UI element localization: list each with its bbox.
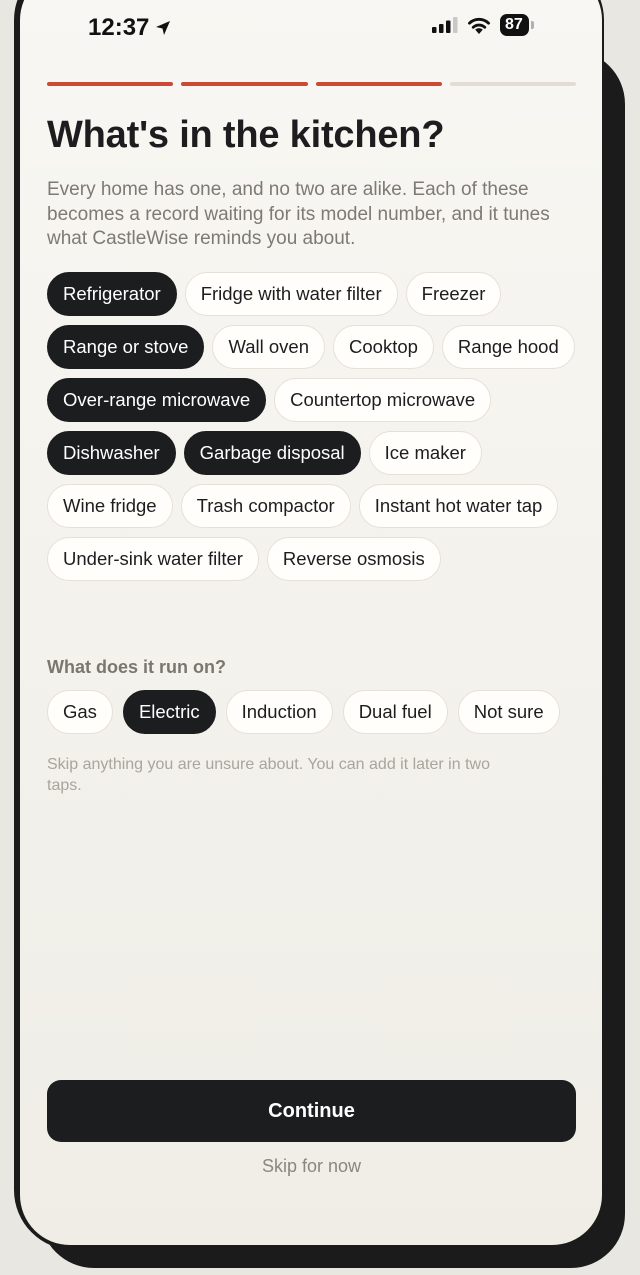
chip-over-range-microwave[interactable]: Over-range microwave: [47, 378, 267, 422]
chip-range-hood[interactable]: Range hood: [441, 325, 575, 369]
status-time-text: 12:37: [88, 14, 150, 41]
step-progress: [47, 82, 576, 86]
chip-ice-maker[interactable]: Ice maker: [368, 431, 482, 475]
chip-reverse-osmosis[interactable]: Reverse osmosis: [266, 537, 441, 581]
fuel-chip-induction[interactable]: Induction: [225, 690, 333, 734]
chip-wall-oven[interactable]: Wall oven: [212, 325, 326, 369]
status-time: 12:37: [88, 14, 171, 42]
chip-freezer[interactable]: Freezer: [405, 272, 502, 316]
chip-under-sink-water-filter[interactable]: Under-sink water filter: [47, 537, 259, 581]
progress-segment-4: [449, 82, 576, 86]
battery-icon: 87: [500, 14, 534, 36]
fuel-chip-gas[interactable]: Gas: [47, 690, 113, 734]
progress-segment-1: [47, 82, 174, 86]
status-icons: 87: [432, 14, 534, 36]
hint-text: Skip anything you are unsure about. You …: [47, 756, 490, 794]
chip-dishwasher[interactable]: Dishwasher: [47, 431, 176, 475]
chip-instant-hot-water-tap[interactable]: Instant hot water tap: [358, 484, 559, 528]
chip-trash-compactor[interactable]: Trash compactor: [180, 484, 351, 528]
wifi-icon: [468, 17, 490, 34]
fuel-section-label: What does it run on?: [47, 657, 226, 677]
battery-level: 87: [500, 14, 529, 36]
fuel-chip-dual-fuel[interactable]: Dual fuel: [342, 690, 448, 734]
battery-cap: [530, 21, 534, 29]
app-screen: 12:37 87 What's in the kitchen? Every ho…: [20, 0, 602, 1245]
page-title: What's in the kitchen?: [47, 114, 445, 156]
chip-countertop-microwave[interactable]: Countertop microwave: [274, 378, 492, 422]
page-subtitle: Every home has one, and no two are alike…: [47, 179, 550, 249]
chip-refrigerator[interactable]: Refrigerator: [47, 272, 177, 316]
cellular-signal-icon: [432, 17, 458, 33]
chip-wine-fridge[interactable]: Wine fridge: [47, 484, 173, 528]
location-arrow-icon: [156, 21, 171, 35]
continue-button[interactable]: Continue: [47, 1080, 576, 1142]
appliance-chip-list: Refrigerator Fridge with water filter Fr…: [47, 272, 587, 581]
progress-segment-3: [315, 82, 442, 86]
fuel-chip-electric[interactable]: Electric: [122, 690, 216, 734]
chip-range-or-stove[interactable]: Range or stove: [47, 325, 205, 369]
fuel-chip-not-sure[interactable]: Not sure: [457, 690, 560, 734]
chip-garbage-disposal[interactable]: Garbage disposal: [183, 431, 361, 475]
progress-segment-2: [181, 82, 308, 86]
fuel-chip-list: Gas Electric Induction Dual fuel Not sur…: [47, 690, 587, 734]
chip-fridge-with-water-filter[interactable]: Fridge with water filter: [184, 272, 398, 316]
chip-cooktop[interactable]: Cooktop: [333, 325, 434, 369]
skip-for-now-link[interactable]: Skip for now: [47, 1156, 576, 1177]
